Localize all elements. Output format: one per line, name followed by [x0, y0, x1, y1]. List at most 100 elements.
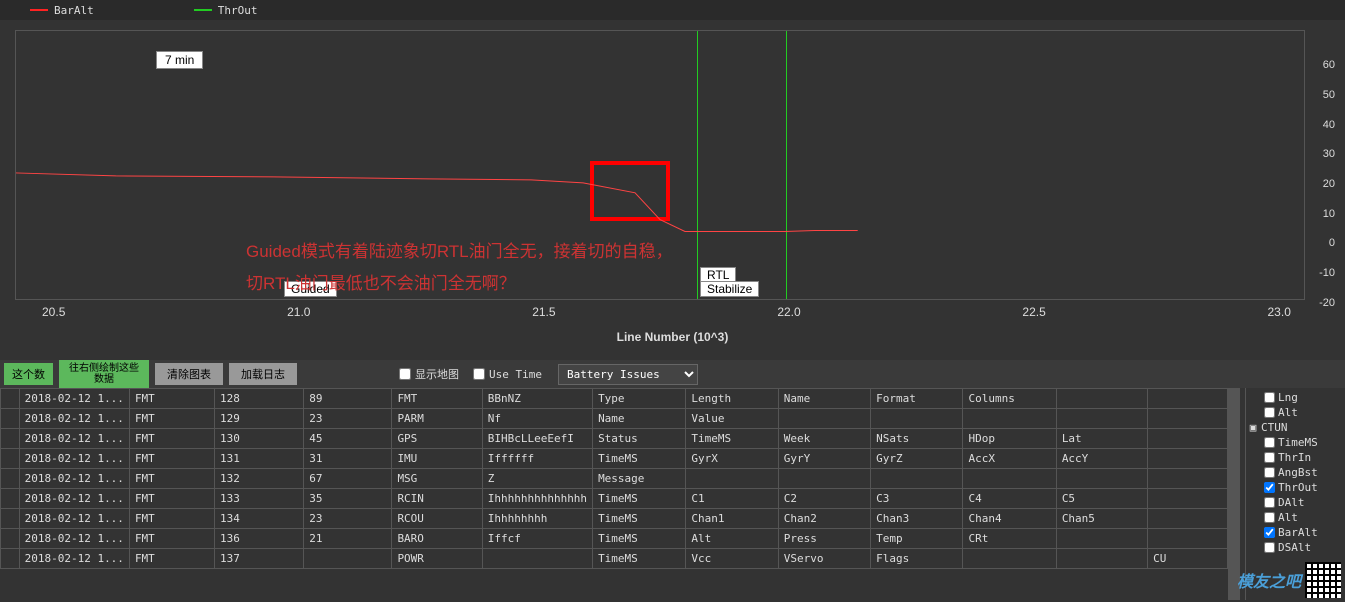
plot-canvas[interactable]: 7 min Guided RTL Stabilize Guided模式有着陆迹象… [15, 30, 1305, 300]
table-cell[interactable]: GyrZ [871, 449, 963, 469]
tree-item-alt[interactable]: Alt [1248, 405, 1343, 420]
table-cell[interactable]: C2 [778, 489, 870, 509]
chk-use-time[interactable]: Use Time [473, 368, 542, 381]
btn-clear-chart[interactable]: 清除图表 [155, 363, 223, 385]
table-cell[interactable]: 2018-02-12 1... [19, 549, 129, 569]
tree-item-baralt[interactable]: BarAlt [1248, 525, 1343, 540]
table-cell[interactable]: 136 [214, 529, 303, 549]
table-cell[interactable]: 23 [304, 509, 392, 529]
table-row[interactable]: 2018-02-12 1...FMT13621BAROIffcfTimeMSAl… [1, 529, 1228, 549]
table-cell[interactable]: GyrY [778, 449, 870, 469]
table-cell[interactable]: 128 [214, 389, 303, 409]
table-cell[interactable]: 2018-02-12 1... [19, 529, 129, 549]
table-cell[interactable]: Z [482, 469, 592, 489]
table-cell[interactable]: Type [593, 389, 686, 409]
table-cell[interactable] [1148, 389, 1228, 409]
table-cell[interactable]: NSats [871, 429, 963, 449]
table-cell[interactable] [963, 409, 1056, 429]
tree-item-angbst[interactable]: AngBst [1248, 465, 1343, 480]
table-cell[interactable] [778, 469, 870, 489]
tree-item-alt[interactable]: Alt [1248, 510, 1343, 525]
table-cell[interactable]: TimeMS [593, 549, 686, 569]
table-cell[interactable]: VServo [778, 549, 870, 569]
table-cell[interactable]: 129 [214, 409, 303, 429]
tree-checkbox[interactable] [1264, 452, 1275, 463]
tree-checkbox[interactable] [1264, 482, 1275, 493]
table-cell[interactable]: 137 [214, 549, 303, 569]
table-cell[interactable]: 89 [304, 389, 392, 409]
chk-show-map[interactable]: 显示地图 [399, 366, 459, 382]
table-cell[interactable]: FMT [392, 389, 482, 409]
table-cell[interactable]: Iffffff [482, 449, 592, 469]
table-cell[interactable]: FMT [129, 489, 214, 509]
tree-checkbox[interactable] [1264, 467, 1275, 478]
table-cell[interactable]: 2018-02-12 1... [19, 489, 129, 509]
chk-show-map-input[interactable] [399, 368, 411, 380]
table-cell[interactable] [1148, 409, 1228, 429]
table-cell[interactable]: Name [778, 389, 870, 409]
table-cell[interactable]: 2018-02-12 1... [19, 389, 129, 409]
tree-checkbox[interactable] [1264, 437, 1275, 448]
table-cell[interactable] [686, 469, 778, 489]
table-row[interactable]: 2018-02-12 1...FMT13045GPSBIHBcLLeeEefIS… [1, 429, 1228, 449]
table-cell[interactable]: FMT [129, 409, 214, 429]
table-cell[interactable]: Format [871, 389, 963, 409]
table-cell[interactable]: 23 [304, 409, 392, 429]
table-cell[interactable]: Lat [1056, 429, 1147, 449]
table-cell[interactable]: FMT [129, 429, 214, 449]
table-cell[interactable]: Message [593, 469, 686, 489]
table-cell[interactable] [1056, 529, 1147, 549]
table-cell[interactable]: 134 [214, 509, 303, 529]
table-cell[interactable]: Chan3 [871, 509, 963, 529]
table-cell[interactable]: HDop [963, 429, 1056, 449]
tree-checkbox[interactable] [1264, 392, 1275, 403]
table-cell[interactable]: Iffcf [482, 529, 592, 549]
table-cell[interactable]: Ihhhhhhhhhhhhhh [482, 489, 592, 509]
table-row[interactable]: 2018-02-12 1...FMT13267MSGZMessage [1, 469, 1228, 489]
table-cell[interactable]: Value [686, 409, 778, 429]
tree-checkbox[interactable] [1264, 497, 1275, 508]
table-cell[interactable]: Week [778, 429, 870, 449]
table-cell[interactable]: Flags [871, 549, 963, 569]
table-cell[interactable] [1056, 389, 1147, 409]
btn-leftdata[interactable]: 这个数 [4, 363, 53, 385]
table-row[interactable]: 2018-02-12 1...FMT13423RCOUIhhhhhhhhTime… [1, 509, 1228, 529]
log-table[interactable]: 2018-02-12 1...FMT12889FMTBBnNZTypeLengt… [0, 388, 1228, 569]
table-cell[interactable]: 35 [304, 489, 392, 509]
table-cell[interactable]: Nf [482, 409, 592, 429]
table-cell[interactable] [1148, 429, 1228, 449]
table-cell[interactable]: 45 [304, 429, 392, 449]
table-cell[interactable]: FMT [129, 509, 214, 529]
table-cell[interactable]: TimeMS [686, 429, 778, 449]
table-cell[interactable]: TimeMS [593, 489, 686, 509]
table-cell[interactable]: C1 [686, 489, 778, 509]
tree-expand-icon[interactable]: ▣ [1248, 421, 1258, 434]
table-cell[interactable]: GPS [392, 429, 482, 449]
table-cell[interactable]: CRt [963, 529, 1056, 549]
table-cell[interactable]: Ihhhhhhhh [482, 509, 592, 529]
table-cell[interactable]: 130 [214, 429, 303, 449]
chk-use-time-input[interactable] [473, 368, 485, 380]
table-cell[interactable]: Chan5 [1056, 509, 1147, 529]
table-cell[interactable]: Temp [871, 529, 963, 549]
table-cell[interactable] [871, 409, 963, 429]
table-cell[interactable] [778, 409, 870, 429]
table-cell[interactable] [1148, 469, 1228, 489]
table-cell[interactable]: 2018-02-12 1... [19, 409, 129, 429]
tree-checkbox[interactable] [1264, 527, 1275, 538]
table-cell[interactable]: Chan2 [778, 509, 870, 529]
table-cell[interactable]: C5 [1056, 489, 1147, 509]
table-cell[interactable] [1056, 549, 1147, 569]
table-cell[interactable]: TimeMS [593, 529, 686, 549]
btn-rightplot[interactable]: 往右侧绘制这些数据 [59, 360, 149, 388]
table-cell[interactable]: Chan1 [686, 509, 778, 529]
table-cell[interactable] [1148, 509, 1228, 529]
tree-item-dsalt[interactable]: DSAlt [1248, 540, 1343, 555]
table-cell[interactable]: IMU [392, 449, 482, 469]
table-cell[interactable] [304, 549, 392, 569]
table-cell[interactable] [1148, 529, 1228, 549]
tree-item-thrin[interactable]: ThrIn [1248, 450, 1343, 465]
table-cell[interactable]: 2018-02-12 1... [19, 429, 129, 449]
tree-checkbox[interactable] [1264, 542, 1275, 553]
table-cell[interactable]: RCOU [392, 509, 482, 529]
